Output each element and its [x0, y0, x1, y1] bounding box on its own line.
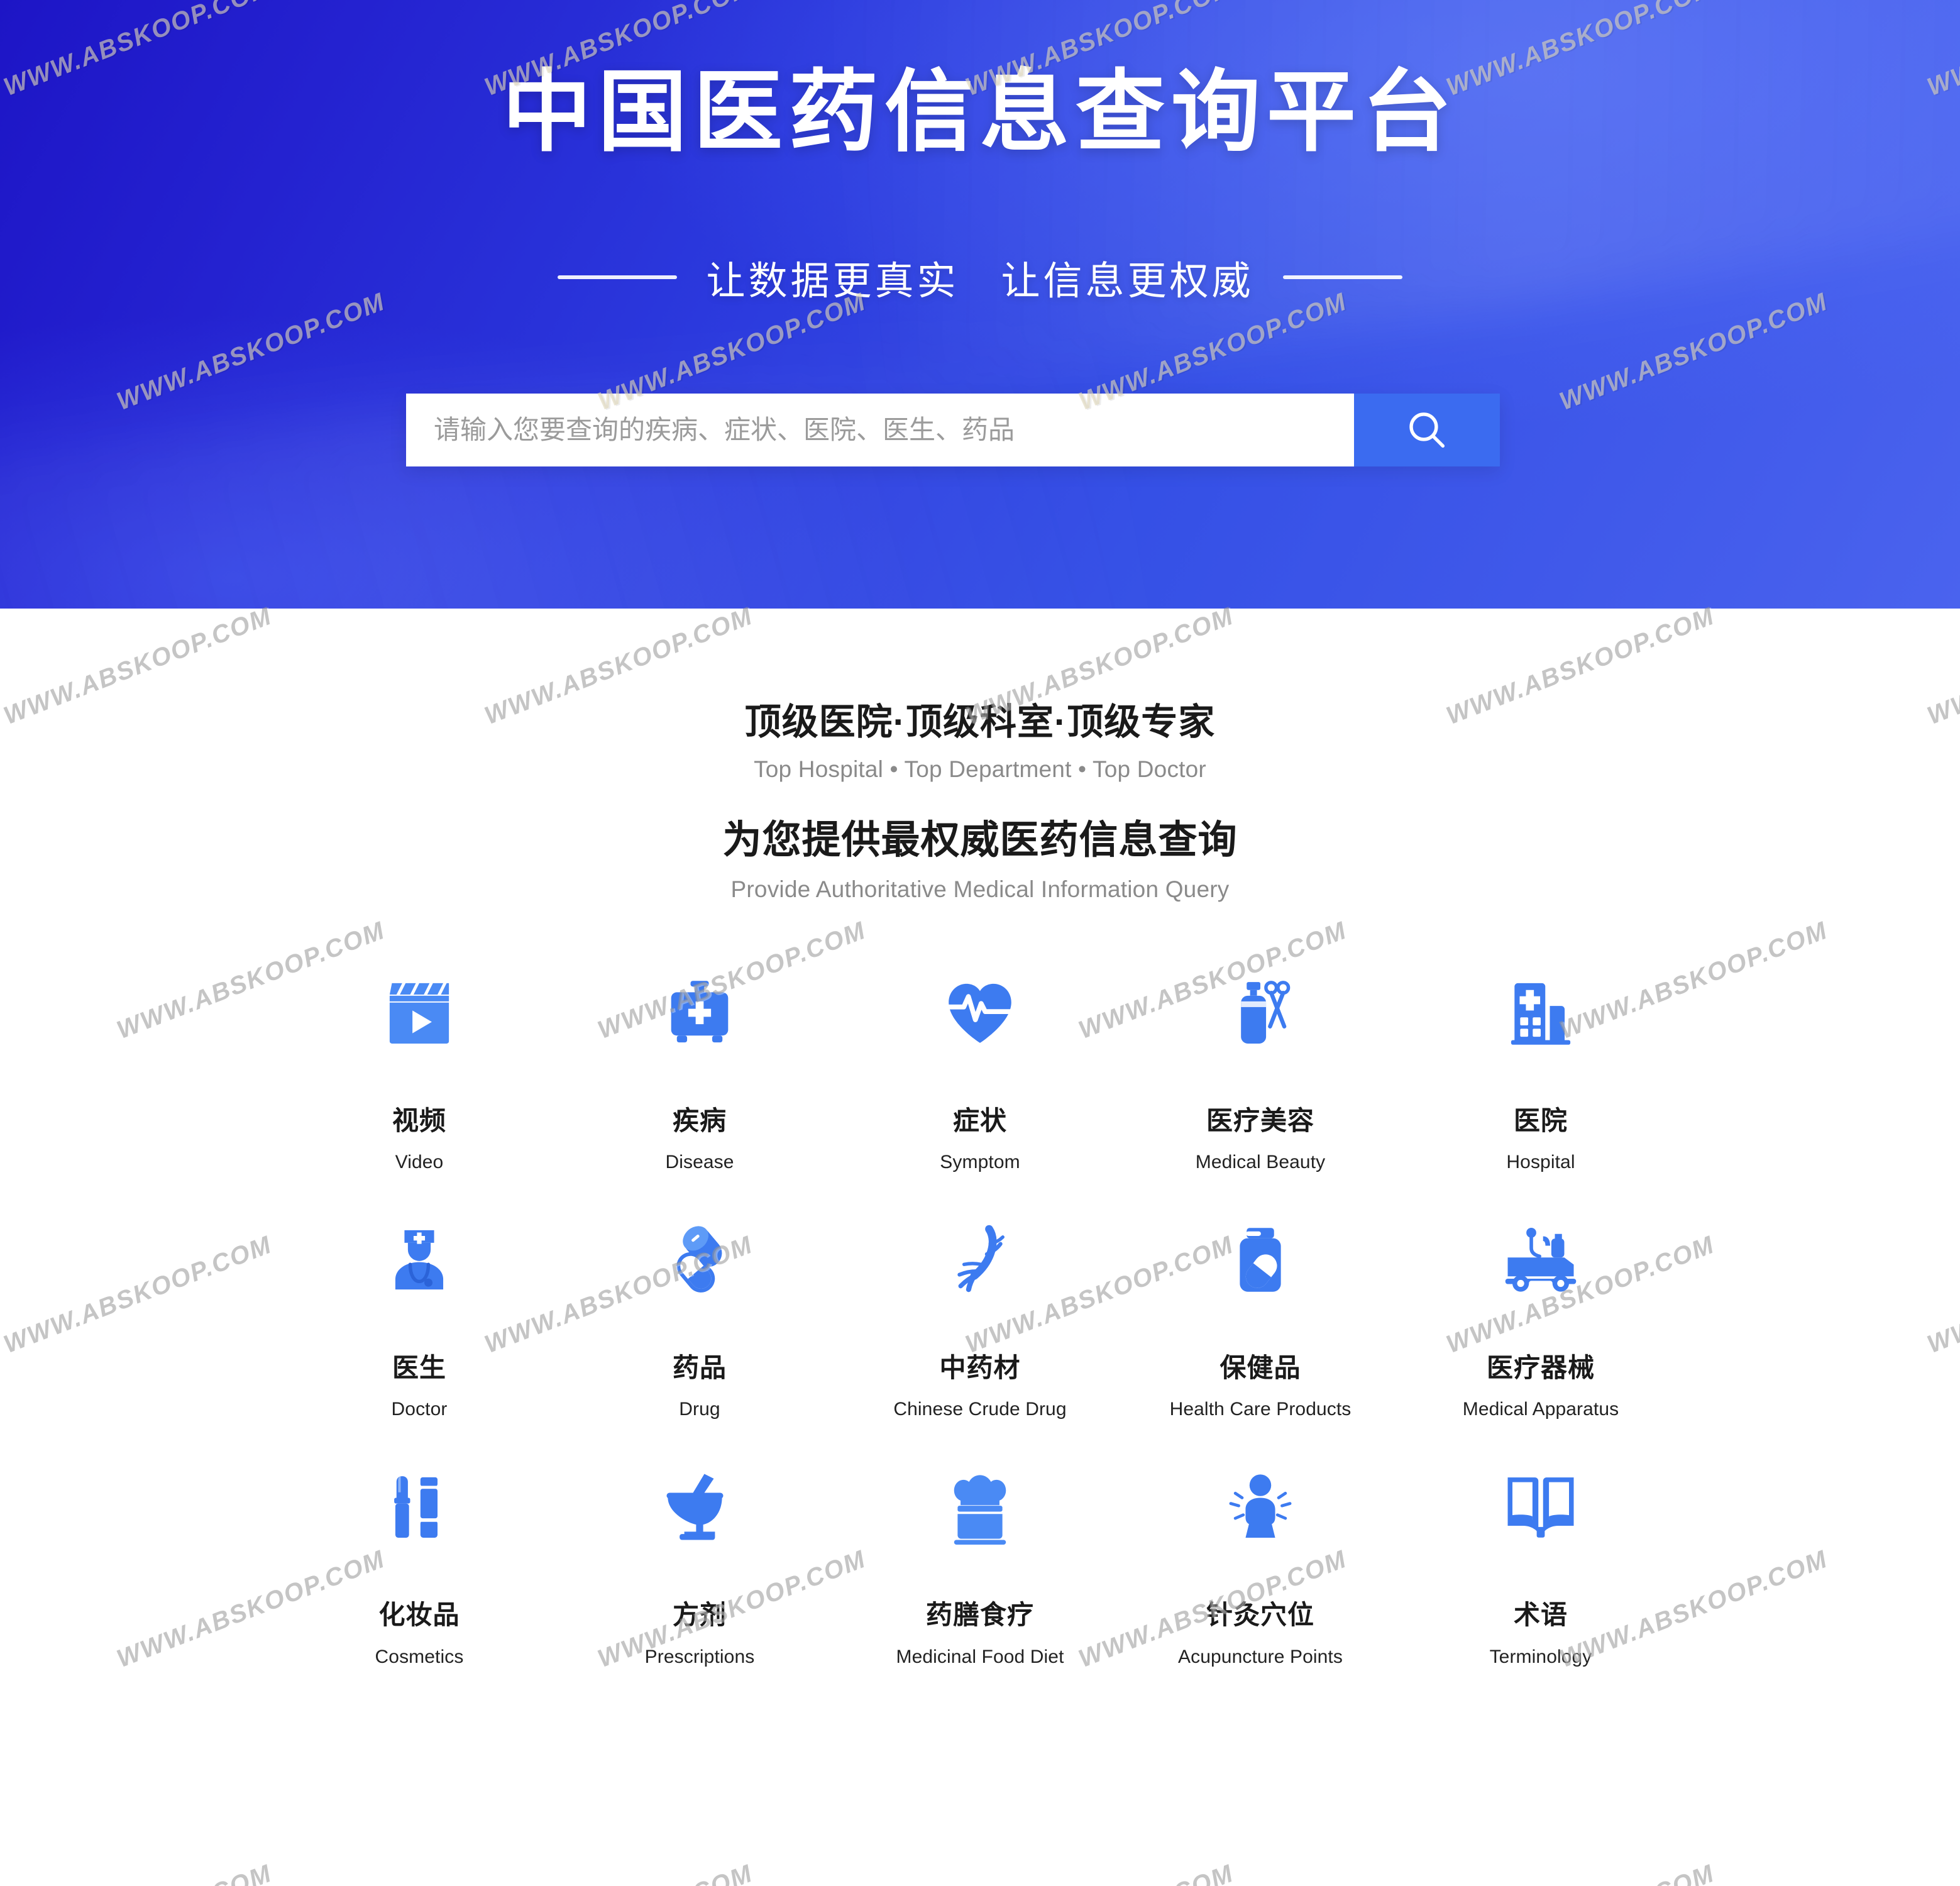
category-label-cn: 药品: [672, 1353, 727, 1383]
category-label-en: Disease: [665, 1152, 734, 1173]
category-item-symptom[interactable]: 症状 Symptom: [840, 966, 1120, 1172]
category-label-en: Chinese Crude Drug: [893, 1399, 1067, 1420]
watermark-text: WWW.ABSKOOP.COM: [481, 1860, 757, 1886]
category-item-video[interactable]: 视频 Video: [279, 966, 559, 1172]
supplement-bottle-icon: [1219, 1219, 1301, 1301]
category-item-prescriptions[interactable]: 方剂 Prescriptions: [559, 1460, 840, 1667]
category-label-en: Drug: [679, 1399, 720, 1420]
category-grid: 视频 Video 疾病 Disease 症状 Symptom 医疗美容 Medi…: [279, 966, 1681, 1667]
search-bar[interactable]: [406, 394, 1500, 466]
main-content: 顶级医院·顶级科室·顶级专家 Top Hospital • Top Depart…: [0, 609, 1960, 1667]
category-item-chinese-crude-drug[interactable]: 中药材 Chinese Crude Drug: [840, 1213, 1120, 1420]
capsule-pills-icon: [659, 1219, 741, 1301]
medical-equipment-icon: [1500, 1219, 1582, 1301]
category-label-cn: 药膳食疗: [925, 1600, 1034, 1630]
mortar-pestle-icon: [659, 1466, 741, 1548]
category-label-en: Medicinal Food Diet: [896, 1646, 1064, 1667]
section-headings: 顶级医院·顶级科室·顶级专家 Top Hospital • Top Depart…: [0, 609, 1960, 903]
category-label-cn: 疾病: [672, 1105, 727, 1135]
heart-pulse-icon: [939, 972, 1021, 1054]
category-item-medicinal-food-diet[interactable]: 药膳食疗 Medicinal Food Diet: [840, 1460, 1120, 1667]
lipstick-icon: [378, 1466, 460, 1548]
category-label-en: Symptom: [940, 1152, 1020, 1173]
page-title: 中国医药信息查询平台: [502, 62, 1458, 162]
heading-en-primary: Top Hospital • Top Department • Top Doct…: [754, 756, 1206, 782]
category-label-en: Terminology: [1489, 1646, 1592, 1667]
category-item-hospital[interactable]: 医院 Hospital: [1401, 966, 1681, 1172]
category-label-cn: 针灸穴位: [1206, 1600, 1314, 1630]
open-book-icon: [1500, 1466, 1582, 1548]
cooking-pot-icon: [939, 1466, 1021, 1548]
category-item-cosmetics[interactable]: 化妆品 Cosmetics: [279, 1460, 559, 1667]
hero-subtitle-row: 让数据更真实 让信息更权威: [0, 249, 1960, 306]
page-root: 中国医药信息查询平台 让数据更真实 让信息更权威 顶级医院·顶级科室·顶级专家 …: [0, 0, 1960, 1886]
category-label-en: Video: [395, 1152, 444, 1173]
subtitle-rule-right: [1282, 275, 1402, 279]
category-label-en: Prescriptions: [644, 1646, 755, 1667]
category-label-cn: 医疗器械: [1486, 1353, 1595, 1383]
search-input[interactable]: [406, 394, 1354, 466]
watermark-text: WWW.ABSKOOP.COM: [0, 1860, 276, 1886]
doctor-person-icon: [378, 1219, 460, 1301]
category-label-cn: 保健品: [1219, 1353, 1301, 1383]
search-icon: [1403, 406, 1451, 454]
category-item-health-care-products[interactable]: 保健品 Health Care Products: [1120, 1213, 1401, 1420]
scissors-bottle-icon: [1219, 972, 1301, 1054]
video-clapper-icon: [378, 972, 460, 1054]
medical-kit-icon: [659, 972, 741, 1054]
category-item-medical-apparatus[interactable]: 医疗器械 Medical Apparatus: [1401, 1213, 1681, 1420]
category-item-medical-beauty[interactable]: 医疗美容 Medical Beauty: [1120, 966, 1401, 1172]
category-label-en: Acupuncture Points: [1178, 1646, 1343, 1667]
category-label-en: Doctor: [391, 1399, 448, 1420]
subtitle-rule-left: [558, 275, 678, 279]
hero-sheen-decoration-2: [0, 336, 1148, 609]
category-item-drug[interactable]: 药品 Drug: [559, 1213, 840, 1420]
hero-subtitle: 让数据更真实 让信息更权威: [706, 260, 1254, 303]
watermark-text: WWW.ABSKOOP.COM: [962, 1860, 1238, 1886]
heading-en-secondary: Provide Authoritative Medical Informatio…: [730, 876, 1230, 902]
search-button[interactable]: [1354, 394, 1500, 466]
watermark-text: WWW.ABSKOOP.COM: [1924, 1860, 1960, 1886]
category-label-cn: 中药材: [939, 1353, 1021, 1383]
category-label-en: Medical Apparatus: [1462, 1399, 1619, 1420]
category-label-en: Health Care Products: [1169, 1399, 1352, 1420]
hospital-building-icon: [1500, 972, 1582, 1054]
acupuncture-figure-icon: [1219, 1466, 1301, 1548]
category-label-cn: 医生: [392, 1353, 446, 1383]
watermark-text: WWW.ABSKOOP.COM: [1443, 1860, 1719, 1886]
category-item-doctor[interactable]: 医生 Doctor: [279, 1213, 559, 1420]
category-label-cn: 术语: [1513, 1600, 1568, 1630]
category-label-en: Hospital: [1506, 1152, 1575, 1173]
category-item-disease[interactable]: 疾病 Disease: [559, 966, 840, 1172]
category-label-cn: 症状: [952, 1105, 1007, 1135]
category-label-cn: 化妆品: [378, 1600, 460, 1630]
category-label-en: Cosmetics: [375, 1646, 464, 1667]
category-label-cn: 视频: [392, 1105, 446, 1135]
hero-sheen-decoration: [823, 0, 1960, 405]
ginseng-root-icon: [939, 1219, 1021, 1301]
heading-cn-primary: 顶级医院·顶级科室·顶级专家: [744, 702, 1216, 742]
category-label-cn: 方剂: [672, 1600, 727, 1630]
category-label-cn: 医院: [1513, 1105, 1568, 1135]
hero-banner: 中国医药信息查询平台 让数据更真实 让信息更权威: [0, 0, 1960, 609]
category-label-cn: 医疗美容: [1206, 1105, 1314, 1135]
category-item-acupuncture-points[interactable]: 针灸穴位 Acupuncture Points: [1120, 1460, 1401, 1667]
category-item-terminology[interactable]: 术语 Terminology: [1401, 1460, 1681, 1667]
category-label-en: Medical Beauty: [1195, 1152, 1326, 1173]
heading-cn-secondary: 为您提供最权威医药信息查询: [722, 818, 1238, 862]
